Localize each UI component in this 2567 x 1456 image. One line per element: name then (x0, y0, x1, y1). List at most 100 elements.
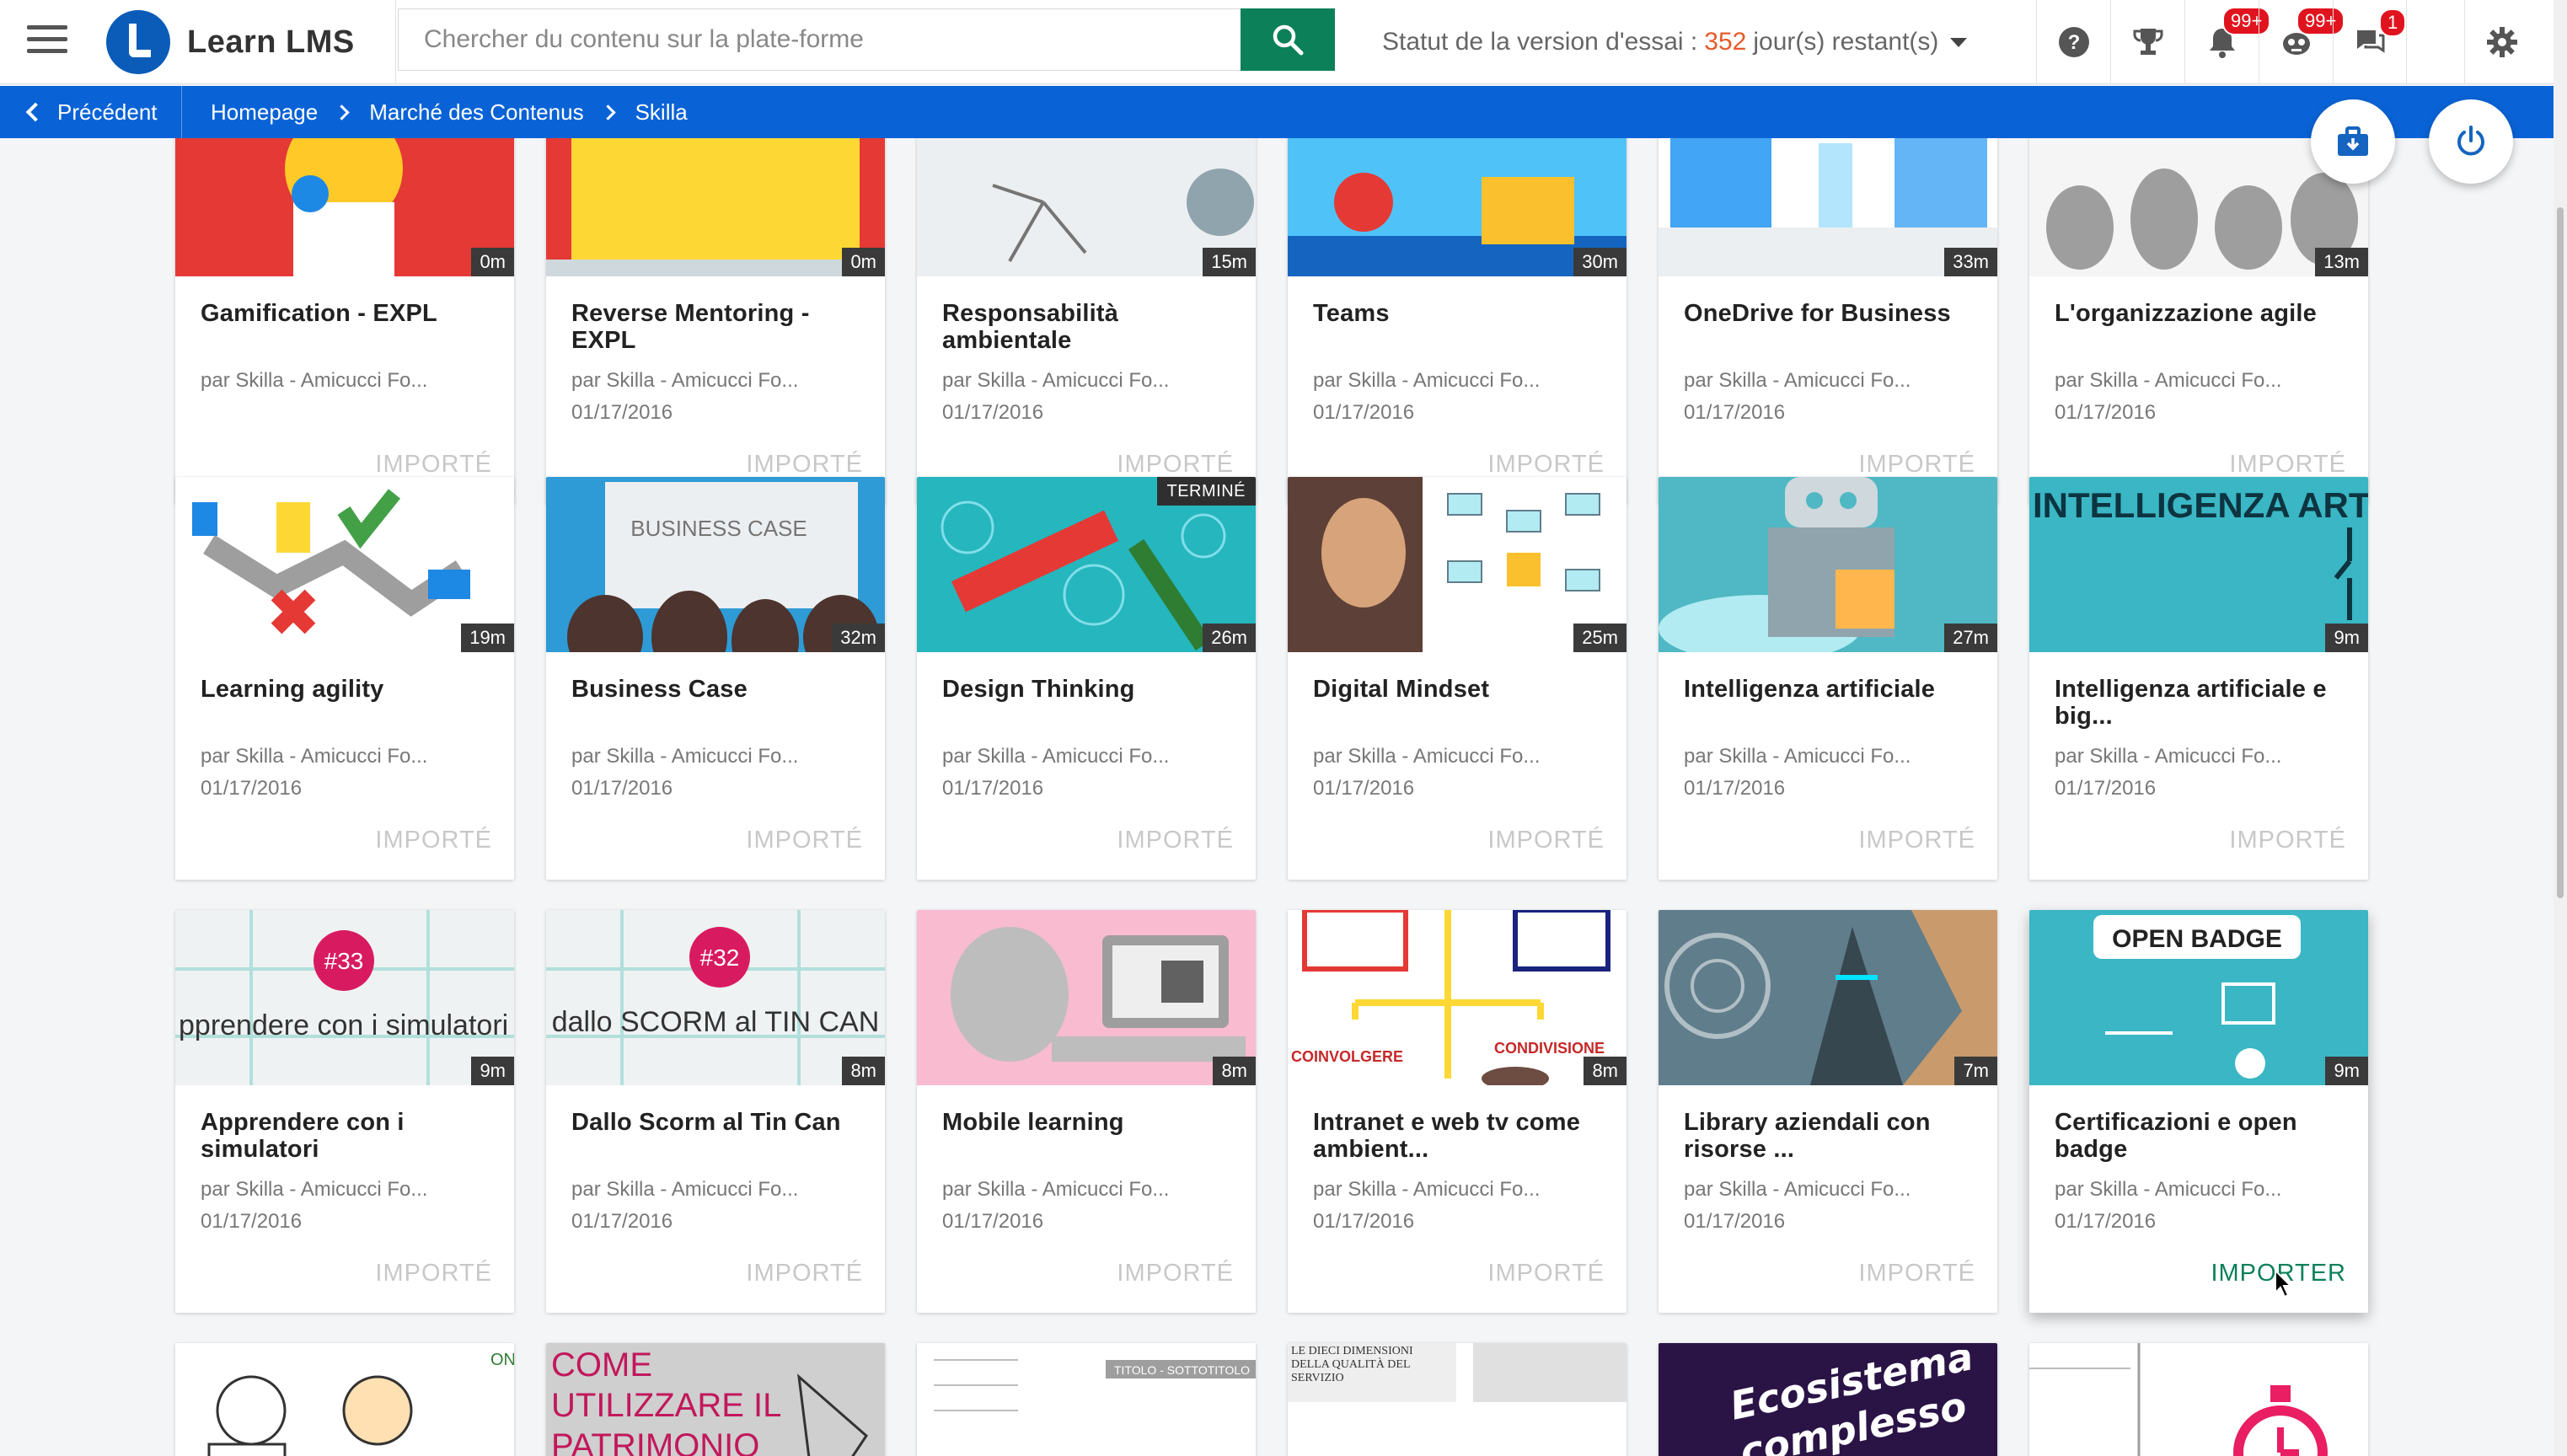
course-card[interactable]: 30m Teams par Skilla - Amicucci Fo... 01… (1288, 138, 1626, 504)
duration-badge: 7m (1954, 1057, 1997, 1085)
menu-icon[interactable] (27, 25, 67, 59)
course-card[interactable]: 0m Gamification - EXPL par Skilla - Amic… (175, 138, 514, 504)
breadcrumb: Homepage Marché des Contenus Skilla (182, 99, 688, 126)
chat-button[interactable]: 1 (2333, 0, 2407, 84)
course-thumbnail: LE DIECI DIMENSIONI DELLA QUALITÀ DEL SE… (1288, 1343, 1626, 1456)
course-card[interactable]: 27m Intelligenza artificiale par Skilla … (1659, 477, 1997, 880)
course-title: OneDrive for Business (1684, 300, 1951, 327)
briefcase-button[interactable] (2311, 99, 2395, 184)
course-title: Library aziendali con risorse ... (1684, 1109, 1931, 1163)
course-author: par Skilla - Amicucci Fo... (571, 745, 799, 768)
course-title: Mobile learning (942, 1109, 1124, 1136)
briefcase-icon (2338, 126, 2368, 156)
course-card[interactable]: INTELLIGENZA ARTIFICIALE 9m Intelligenza… (2029, 477, 2368, 880)
power-icon (2457, 126, 2484, 156)
course-card[interactable]: 7m Library aziendali con risorse ... par… (1659, 910, 1997, 1313)
course-date: 01/17/2016 (2055, 401, 2157, 424)
course-thumbnail: Ecosistema complesso (1659, 1343, 1997, 1456)
duration-badge: 27m (1944, 624, 1997, 652)
course-date: 01/17/2016 (1684, 777, 1786, 800)
trophy-icon (2133, 29, 2162, 55)
course-date: 01/17/2016 (1313, 401, 1415, 424)
course-author: par Skilla - Amicucci Fo... (201, 1178, 428, 1201)
power-button[interactable] (2429, 99, 2513, 184)
breadcrumb-item-marketplace[interactable]: Marché des Contenus (369, 99, 583, 126)
duration-badge: 9m (2325, 624, 2368, 652)
thumbnail-text: COINVOLGERE (1291, 1048, 1403, 1065)
breadcrumb-item-homepage[interactable]: Homepage (211, 99, 318, 126)
duration-badge: 0m (471, 248, 514, 276)
course-card[interactable]: TITOLO - SOTTOTITOLO (917, 1343, 1256, 1456)
duration-badge: 26m (1203, 624, 1256, 652)
course-card[interactable]: LE DIECI DIMENSIONI DELLA QUALITÀ DEL SE… (1288, 1343, 1626, 1456)
chat-badge: 1 (2379, 8, 2407, 37)
course-title: Reverse Mentoring - EXPL (571, 300, 810, 354)
course-thumbnail: COME UTILIZZARE IL PATRIMONIO CARTACEO D… (546, 1343, 885, 1456)
course-card[interactable]: BUSINESS CASE 32m Business Case par Skil… (546, 477, 885, 880)
thumbnail-badge: #32 (700, 945, 740, 971)
course-card[interactable]: 13m L'organizzazione agile par Skilla - … (2029, 138, 2368, 504)
course-card[interactable]: 33m OneDrive for Business par Skilla - A… (1659, 138, 1997, 504)
course-card[interactable]: OPEN BADGE 9m Certificazioni e open badg… (2029, 910, 2368, 1313)
course-author: par Skilla - Amicucci Fo... (571, 1178, 799, 1201)
imported-button: IMPORTÉ (746, 1260, 863, 1287)
course-card[interactable]: COINVOLGERE CONDIVISIONE 8m Intranet e we… (1288, 910, 1626, 1313)
course-card[interactable]: 15m Responsabilità ambientale par Skilla… (917, 138, 1256, 504)
course-thumbnail: BUSINESS CASE 32m (546, 477, 885, 652)
course-thumbnail: COINVOLGERE CONDIVISIONE 8m (1288, 910, 1626, 1085)
course-date: 01/17/2016 (571, 1210, 673, 1233)
course-thumbnail: 25m (1288, 477, 1626, 652)
course-card[interactable]: 19m Learning agility par Skilla - Amicuc… (175, 477, 514, 880)
help-button[interactable]: ? (2036, 0, 2110, 84)
course-card[interactable]: 8m Mobile learning par Skilla - Amicucci… (917, 910, 1256, 1313)
course-thumbnail: 7m (1659, 910, 1997, 1085)
search-input[interactable] (399, 9, 1241, 70)
chevron-left-icon (25, 102, 46, 122)
course-author: par Skilla - Amicucci Fo... (1684, 745, 1911, 768)
course-author: par Skilla - Amicucci Fo... (2055, 1178, 2282, 1201)
course-date: 01/17/2016 (571, 401, 673, 424)
thumbnail-text: Ecosistema complesso (1726, 1350, 1978, 1456)
thumbnail-badge: #33 (324, 948, 364, 974)
notifications-button[interactable]: 99+ (2184, 0, 2271, 84)
settings-button[interactable] (2464, 0, 2538, 84)
course-card[interactable]: Ecosistema complesso (1659, 1343, 1997, 1456)
course-card[interactable]: #33 pprendere con i simulatori 9m Apprend… (175, 910, 514, 1313)
course-card[interactable]: #32 dallo SCORM al TIN CAN 8m Dallo Scorm… (546, 910, 885, 1313)
trial-status-dropdown[interactable]: Statut de la version d'essai : 352 jour(… (1382, 0, 1968, 84)
course-thumbnail: #33 pprendere con i simulatori 9m (175, 910, 514, 1085)
course-card[interactable]: COME UTILIZZARE IL PATRIMONIO CARTACEO D… (546, 1343, 885, 1456)
course-card[interactable]: 0m Reverse Mentoring - EXPL par Skilla -… (546, 138, 885, 504)
imported-button: IMPORTÉ (2229, 827, 2346, 854)
search-box (398, 8, 1241, 71)
scrollbar-thumb[interactable] (2557, 207, 2564, 898)
back-button[interactable]: Précédent (0, 86, 182, 138)
course-author: par Skilla - Amicucci Fo... (1684, 1178, 1911, 1201)
course-thumbnail (2029, 1343, 2368, 1456)
course-thumbnail: 30m (1288, 138, 1626, 276)
breadcrumb-item-skilla[interactable]: Skilla (635, 99, 688, 126)
course-thumbnail: TERMINÉ 26m (917, 477, 1256, 652)
course-date: 01/17/2016 (942, 1210, 1044, 1233)
app-logo[interactable]: Learn LMS (99, 0, 396, 84)
course-card[interactable]: 25m Digital Mindset par Skilla - Amicucc… (1288, 477, 1626, 880)
imported-button: IMPORTÉ (1117, 827, 1234, 854)
search-button[interactable] (1241, 8, 1335, 71)
course-title: Digital Mindset (1313, 676, 1490, 703)
course-thumbnail: 15m (917, 138, 1256, 276)
imported-button: IMPORTÉ (2229, 451, 2346, 478)
duration-badge: 8m (842, 1057, 885, 1085)
course-card[interactable] (2029, 1343, 2368, 1456)
messages-button[interactable]: 99+ (2259, 0, 2345, 84)
achievements-button[interactable] (2110, 0, 2184, 84)
course-card[interactable]: TERMINÉ 26m Design Thinking par Skilla -… (917, 477, 1256, 880)
duration-badge: 32m (832, 624, 885, 652)
course-date: 01/17/2016 (201, 777, 303, 800)
course-card[interactable]: ON (175, 1343, 514, 1456)
course-thumbnail: 27m (1659, 477, 1997, 652)
course-thumbnail: 0m (175, 138, 514, 276)
course-date: 01/17/2016 (571, 777, 673, 800)
course-date: 01/17/2016 (1313, 1210, 1415, 1233)
course-date: 01/17/2016 (1684, 401, 1786, 424)
trial-days: 352 (1704, 28, 1747, 56)
